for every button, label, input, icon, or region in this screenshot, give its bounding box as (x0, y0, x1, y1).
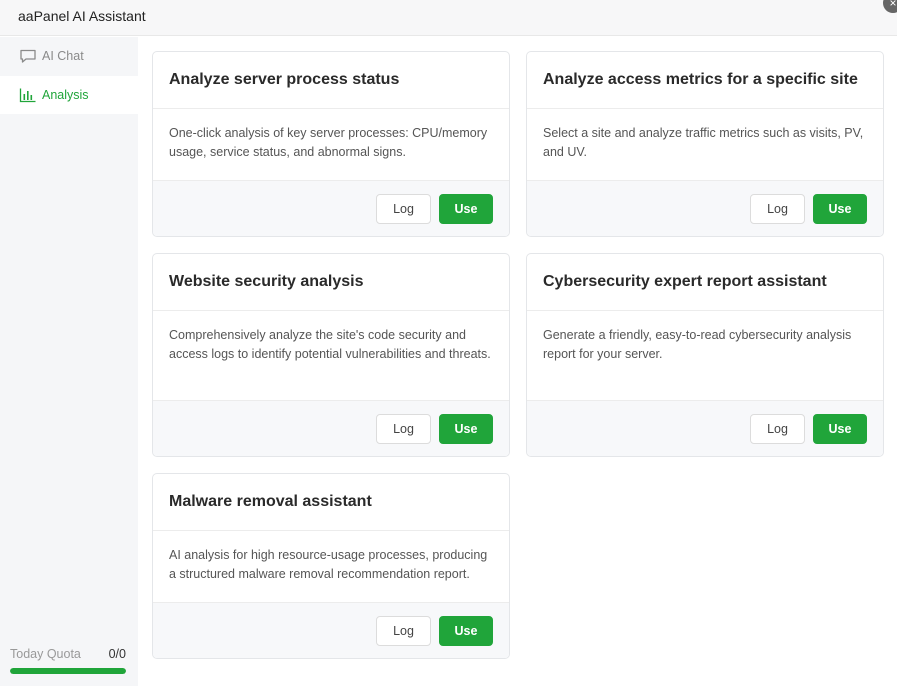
bar-chart-icon (19, 87, 37, 103)
card-footer: Log Use (153, 400, 509, 456)
use-button[interactable]: Use (813, 194, 867, 224)
log-button[interactable]: Log (750, 414, 805, 444)
sidebar-item-analysis[interactable]: Analysis (0, 76, 138, 114)
card-title: Analyze access metrics for a specific si… (527, 52, 883, 109)
sidebar: AI Chat Analysis Today Quota 0/0 (0, 37, 138, 686)
sidebar-item-label: AI Chat (42, 49, 84, 63)
card-server-process: Analyze server process status One-click … (152, 51, 510, 237)
log-button[interactable]: Log (376, 616, 431, 646)
quota-label: Today Quota (10, 647, 81, 661)
window-title: aaPanel AI Assistant (18, 8, 146, 24)
card-footer: Log Use (153, 180, 509, 236)
quota-panel: Today Quota 0/0 (10, 647, 126, 674)
use-button[interactable]: Use (439, 194, 493, 224)
log-button[interactable]: Log (376, 414, 431, 444)
card-description: Generate a friendly, easy-to-read cybers… (543, 328, 852, 361)
card-description: One-click analysis of key server process… (169, 126, 488, 159)
log-button[interactable]: Log (376, 194, 431, 224)
card-title: Website security analysis (153, 254, 509, 311)
card-site-access-metrics: Analyze access metrics for a specific si… (526, 51, 884, 237)
card-title: Malware removal assistant (153, 474, 509, 531)
title-bar: aaPanel AI Assistant (0, 0, 897, 36)
card-title: Analyze server process status (153, 52, 509, 109)
quota-progress-bar (10, 668, 126, 674)
card-description: Select a site and analyze traffic metric… (543, 126, 864, 159)
sidebar-item-label: Analysis (42, 88, 89, 102)
quota-progress-fill (10, 668, 126, 674)
card-title: Cybersecurity expert report assistant (527, 254, 883, 311)
sidebar-item-ai-chat[interactable]: AI Chat (0, 37, 138, 75)
use-button[interactable]: Use (439, 616, 493, 646)
card-website-security: Website security analysis Comprehensivel… (152, 253, 510, 457)
card-footer: Log Use (153, 602, 509, 658)
use-button[interactable]: Use (813, 414, 867, 444)
use-button[interactable]: Use (439, 414, 493, 444)
card-description: AI analysis for high resource-usage proc… (169, 548, 488, 581)
chat-bubble-icon (19, 48, 37, 64)
card-malware-removal: Malware removal assistant AI analysis fo… (152, 473, 510, 659)
card-footer: Log Use (527, 400, 883, 456)
card-cybersecurity-report: Cybersecurity expert report assistant Ge… (526, 253, 884, 457)
quota-value: 0/0 (108, 647, 126, 661)
card-footer: Log Use (527, 180, 883, 236)
log-button[interactable]: Log (750, 194, 805, 224)
card-description: Comprehensively analyze the site's code … (169, 328, 491, 361)
